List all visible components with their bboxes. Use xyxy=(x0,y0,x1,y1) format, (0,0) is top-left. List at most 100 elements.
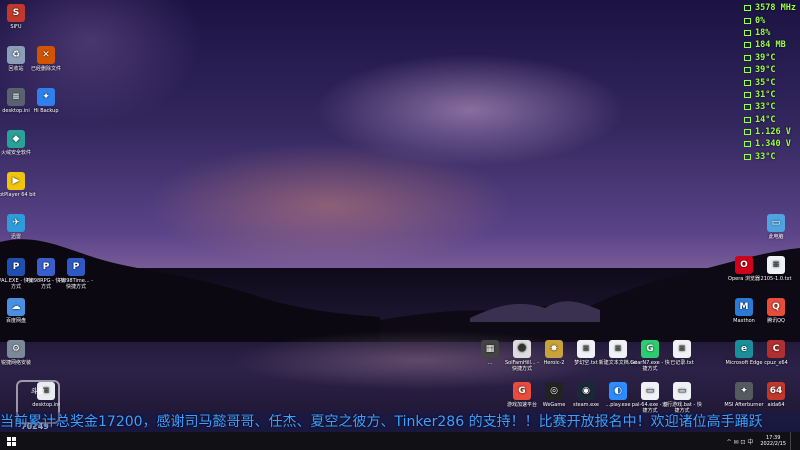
desktop-icon-image: G xyxy=(641,340,659,358)
desktop-icon-image: C xyxy=(767,340,785,358)
desktop-icon-label: 迅雷 xyxy=(10,234,21,240)
desktop-icon-image: ♻ xyxy=(7,46,25,64)
monitor-value: 1.126 V xyxy=(755,127,791,138)
desktop-icon-left-6[interactable]: ▶ PotPlayer 64 bit xyxy=(0,172,36,198)
monitor-row: 0% xyxy=(744,14,800,26)
desktop-icon-label: 此电脑 xyxy=(768,234,784,240)
sensor-icon xyxy=(744,153,751,160)
desktop-icon-right-8[interactable]: 64 aida64 xyxy=(756,382,796,408)
sensor-icon xyxy=(744,79,751,86)
sensor-icon xyxy=(744,67,751,74)
desktop-icon-image: S xyxy=(7,4,25,22)
monitor-row: 184 MB xyxy=(744,39,800,51)
sensor-icon xyxy=(744,129,751,136)
desktop-icon-right-6[interactable]: Ccpuz_x64 xyxy=(756,340,796,366)
desktop-icon-image: ✈ xyxy=(7,214,25,232)
desktop-icon-label: 腾讯QQ xyxy=(767,318,785,324)
desktop-icon-image: Q xyxy=(767,298,785,316)
sensor-icon xyxy=(744,17,751,24)
desktop-icon-left-7[interactable]: ✈ 迅雷 xyxy=(0,214,36,240)
desktop-icon-label: SIFU xyxy=(10,24,22,30)
monitor-row: 35°C xyxy=(744,76,800,88)
desktop-icon-bottom-12[interactable]: ▭ 运行游戏.bat - 快捷方式 xyxy=(662,382,702,414)
desktop-icon-left-5[interactable]: ◆ 火绒安全软件 xyxy=(0,130,36,156)
monitor-value: 39°C xyxy=(755,65,776,76)
desktop-icon-bottom-6[interactable]: ≡ 已记录.txt xyxy=(662,340,702,366)
desktop-icon-image: P xyxy=(37,258,55,276)
start-button[interactable] xyxy=(0,432,22,450)
desktop-icon-label: 已经删除文件 xyxy=(30,66,61,72)
monitor-row: 39°C xyxy=(744,52,800,64)
monitor-row: 31°C xyxy=(744,89,800,101)
sensor-icon xyxy=(744,116,751,123)
monitor-row: 18% xyxy=(744,27,800,39)
tray-icons[interactable]: ^ ✉ ⊡ 中 xyxy=(727,437,754,446)
desktop-icon-image: ▭ xyxy=(641,382,659,400)
desktop-icon-image: O xyxy=(735,256,753,274)
mountain-silhouette xyxy=(0,239,800,342)
desktop-icon-image: ≡ xyxy=(673,340,691,358)
desktop-icon-image: ≡ xyxy=(7,88,25,106)
monitor-row: 14°C xyxy=(744,114,800,126)
desktop-icon-left-12[interactable]: ⚙ 锐捷网络安装 xyxy=(0,340,36,366)
ticker-text: 当前累计总奖金17200，感谢司马懿哥哥、任杰、夏空之彼方、Tinker286 … xyxy=(0,414,763,430)
monitor-value: 39°C xyxy=(755,52,776,63)
desktop-icon-image: ✦ xyxy=(735,382,753,400)
windows-logo-icon xyxy=(6,436,16,446)
taskbar: ^ ✉ ⊡ 中 17:39 2022/2/15 xyxy=(0,432,800,450)
sensor-icon xyxy=(744,141,751,148)
monitor-row: 39°C xyxy=(744,64,800,76)
sensor-icon xyxy=(744,54,751,61)
desktop-icon-label: 锐捷网络安装 xyxy=(0,360,31,366)
desktop-icon-label: PotPlayer 64 bit xyxy=(0,192,36,198)
hardware-monitor: 3578 MHz 0% 18% 184 MB 39°C 39°C 35°C 31°C 33°C 1… xyxy=(744,2,800,163)
desktop-icon-right-4[interactable]: Q 腾讯QQ xyxy=(756,298,796,324)
sensor-icon xyxy=(744,5,751,12)
desktop-icon-image: ◎ xyxy=(545,382,563,400)
desktop-icon-image: ▦ xyxy=(481,340,499,358)
scrolling-ticker: 当前累计总奖金17200，感谢司马懿哥哥、任杰、夏空之彼方、Tinker286 … xyxy=(0,412,800,432)
desktop-icon-label: 火绒安全软件 xyxy=(0,150,31,156)
clock-date: 2022/2/15 xyxy=(760,441,786,447)
desktop-icon-image: ☁ xyxy=(7,298,25,316)
desktop-icon-left-0[interactable]: S SIFU xyxy=(0,4,36,30)
monitor-value: 1.340 V xyxy=(755,139,791,150)
sensor-icon xyxy=(744,91,751,98)
system-tray: ^ ✉ ⊡ 中 17:39 2022/2/15 xyxy=(724,432,800,450)
desktop-icon-image: ▭ xyxy=(767,214,785,232)
monitor-row: 33°C xyxy=(744,151,800,163)
desktop-icon-right-2[interactable]: ≡ 2105-1.0.txt xyxy=(756,256,796,282)
monitor-row: 1.340 V xyxy=(744,138,800,150)
monitor-value: 3578 MHz xyxy=(755,3,796,14)
desktop-icon-image: 64 xyxy=(767,382,785,400)
desktop-icon-left-10[interactable]: P Pal98Time... - 快捷方式 xyxy=(56,258,96,290)
desktop-icon-label: aida64 xyxy=(767,402,785,408)
monitor-value: 33°C xyxy=(755,151,776,162)
desktop-icon-left-11[interactable]: ☁ 百度网盘 xyxy=(0,298,36,324)
desktop-icon-image: ◉ xyxy=(577,382,595,400)
desktop-icon-left-2[interactable]: ✕ 已经删除文件 xyxy=(26,46,66,72)
desktop-icon-image: ▭ xyxy=(673,382,691,400)
desktop-icon-label: 已记录.txt xyxy=(670,360,694,366)
desktop-icon-image: ◆ xyxy=(7,130,25,148)
clock[interactable]: 17:39 2022/2/15 xyxy=(756,435,790,447)
show-desktop-button[interactable] xyxy=(790,432,800,450)
sensor-icon xyxy=(744,29,751,36)
desktop-icon-image: ≡ xyxy=(767,256,785,274)
desktop-icon-label: 2105-1.0.txt xyxy=(760,276,792,282)
desktop-icon-image: ⚙ xyxy=(7,340,25,358)
monitor-value: 184 MB xyxy=(755,40,786,51)
desktop-icon-image: ◐ xyxy=(609,382,627,400)
sensor-icon xyxy=(744,42,751,49)
desktop-icon-image: ☻ xyxy=(513,340,531,358)
desktop-icon-label: cpuz_x64 xyxy=(764,360,788,366)
desktop-icon-image: ✦ xyxy=(37,88,55,106)
desktop-icon-right-0[interactable]: ▭ 此电脑 xyxy=(756,214,796,240)
desktop-icon-image: ≡ xyxy=(609,340,627,358)
monitor-row: 3578 MHz xyxy=(744,2,800,14)
monitor-value: 35°C xyxy=(755,77,776,88)
desktop-icon-left-4[interactable]: ✦ Hi Backup xyxy=(26,88,66,114)
desktop-icon-image: P xyxy=(7,258,25,276)
desktop-icon-image: P xyxy=(67,258,85,276)
desktop-icon-image: G xyxy=(513,382,531,400)
